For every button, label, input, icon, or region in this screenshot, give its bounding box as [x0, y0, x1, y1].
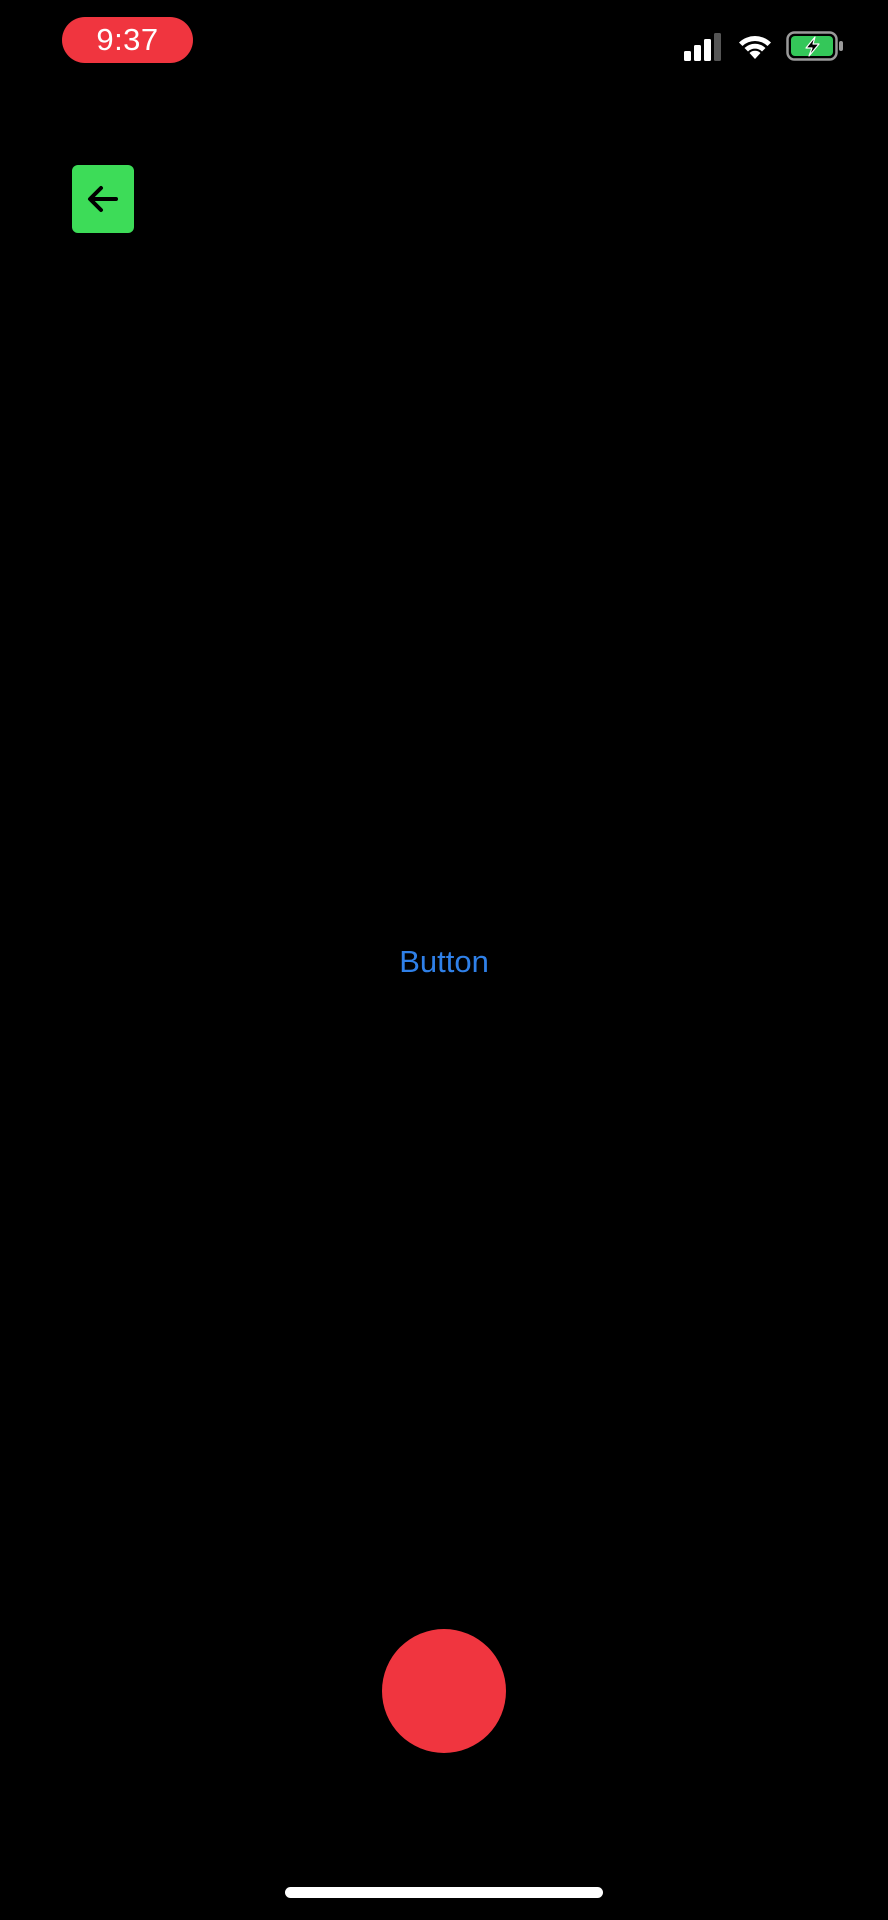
status-bar: 9:37 — [0, 0, 888, 80]
wifi-icon — [739, 36, 771, 59]
home-indicator[interactable] — [285, 1887, 603, 1898]
main-button[interactable]: Button — [344, 940, 544, 984]
record-button[interactable] — [382, 1629, 506, 1753]
status-time[interactable]: 9:37 — [62, 17, 193, 63]
cellular-signal-icon — [684, 33, 721, 61]
arrow-left-icon — [88, 186, 118, 212]
back-button[interactable] — [72, 165, 134, 233]
battery-charging-icon — [786, 31, 843, 61]
